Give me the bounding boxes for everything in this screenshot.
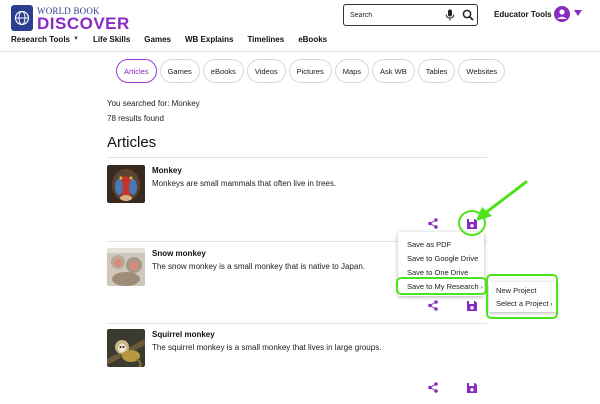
tab-games[interactable]: Games xyxy=(159,59,200,83)
tab-ebooks[interactable]: eBooks xyxy=(202,59,244,83)
nav-item-label: Research Tools xyxy=(11,34,70,44)
menu-item-save-as-pdf[interactable]: Save as PDF xyxy=(407,240,451,249)
result-thumbnail-snow-monkey[interactable] xyxy=(107,248,145,286)
world-book-discover-logo[interactable]: WORLD BOOK DISCOVER xyxy=(11,5,141,33)
result-title[interactable]: Squirrel monkey xyxy=(152,330,215,339)
result-thumbnail-mandrill[interactable] xyxy=(107,165,145,203)
nav-item-label: WB Explains xyxy=(184,34,234,44)
nav-item-label: Life Skills xyxy=(92,34,131,44)
nav-research-tools[interactable]: Research Tools ▼ xyxy=(11,33,79,45)
result-thumbnail-squirrel-monkey[interactable] xyxy=(107,329,145,367)
menu-item-save-to-google-drive[interactable]: Save to Google Drive xyxy=(407,254,478,263)
main-nav: Research Tools ▼ Life Skills Games WB Ex… xyxy=(11,33,341,45)
user-menu-caret-icon[interactable] xyxy=(574,10,582,16)
nav-life-skills[interactable]: Life Skills xyxy=(93,33,130,45)
searched-for-text: You searched for: Monkey xyxy=(107,99,200,108)
nav-ebooks[interactable]: eBooks xyxy=(298,33,327,45)
highlight-submenu xyxy=(486,274,558,319)
nav-item-label: Timelines xyxy=(247,34,285,44)
tab-videos[interactable]: Videos xyxy=(246,59,286,83)
annotation-arrow-icon xyxy=(476,180,528,221)
nav-item-label: Games xyxy=(144,34,171,44)
share-icon[interactable] xyxy=(428,218,438,229)
nav-wb-explains[interactable]: WB Explains xyxy=(185,33,233,45)
globe-logo-icon xyxy=(11,5,33,31)
user-avatar-icon[interactable] xyxy=(554,6,570,22)
educator-tools-link[interactable]: Educator Tools xyxy=(494,10,552,19)
result-description: Monkeys are small mammals that often liv… xyxy=(152,179,337,188)
result-title[interactable]: Snow monkey xyxy=(152,249,206,258)
tab-tables[interactable]: Tables xyxy=(417,59,456,83)
header: WORLD BOOK DISCOVER Educator Tools Resea… xyxy=(0,0,600,52)
logo-discover-text: DISCOVER xyxy=(37,14,130,33)
result-description: The snow monkey is a small monkey that i… xyxy=(152,262,365,271)
section-title: Articles xyxy=(107,134,157,151)
search-icon[interactable] xyxy=(462,9,474,21)
tab-websites[interactable]: Websites xyxy=(458,59,506,83)
share-icon[interactable] xyxy=(428,300,438,311)
section-divider xyxy=(107,157,487,158)
chevron-down-icon: ▼ xyxy=(72,36,79,42)
share-icon[interactable] xyxy=(428,382,438,393)
highlight-save-to-my-research xyxy=(396,277,487,295)
search-input[interactable] xyxy=(350,8,438,22)
results-count: 78 results found xyxy=(107,114,164,123)
nav-timelines[interactable]: Timelines xyxy=(247,33,284,45)
microphone-icon[interactable] xyxy=(445,9,455,21)
nav-item-label: eBooks xyxy=(298,34,328,44)
result-title[interactable]: Monkey xyxy=(152,166,182,175)
menu-item-save-to-one-drive[interactable]: Save to One Drive xyxy=(407,268,468,277)
tab-articles[interactable]: Articles xyxy=(116,59,157,83)
content-type-tabs: Articles Games eBooks Videos Pictures Ma… xyxy=(116,59,508,85)
save-icon[interactable] xyxy=(466,300,478,312)
tab-pictures[interactable]: Pictures xyxy=(288,59,332,83)
save-icon[interactable] xyxy=(466,382,478,394)
nav-games[interactable]: Games xyxy=(144,33,171,45)
tab-ask-wb[interactable]: Ask WB xyxy=(372,59,415,83)
search-box xyxy=(343,4,478,26)
result-description: The squirrel monkey is a small monkey th… xyxy=(152,343,382,352)
tab-maps[interactable]: Maps xyxy=(334,59,370,83)
header-divider xyxy=(0,51,600,52)
result-divider xyxy=(107,323,487,324)
